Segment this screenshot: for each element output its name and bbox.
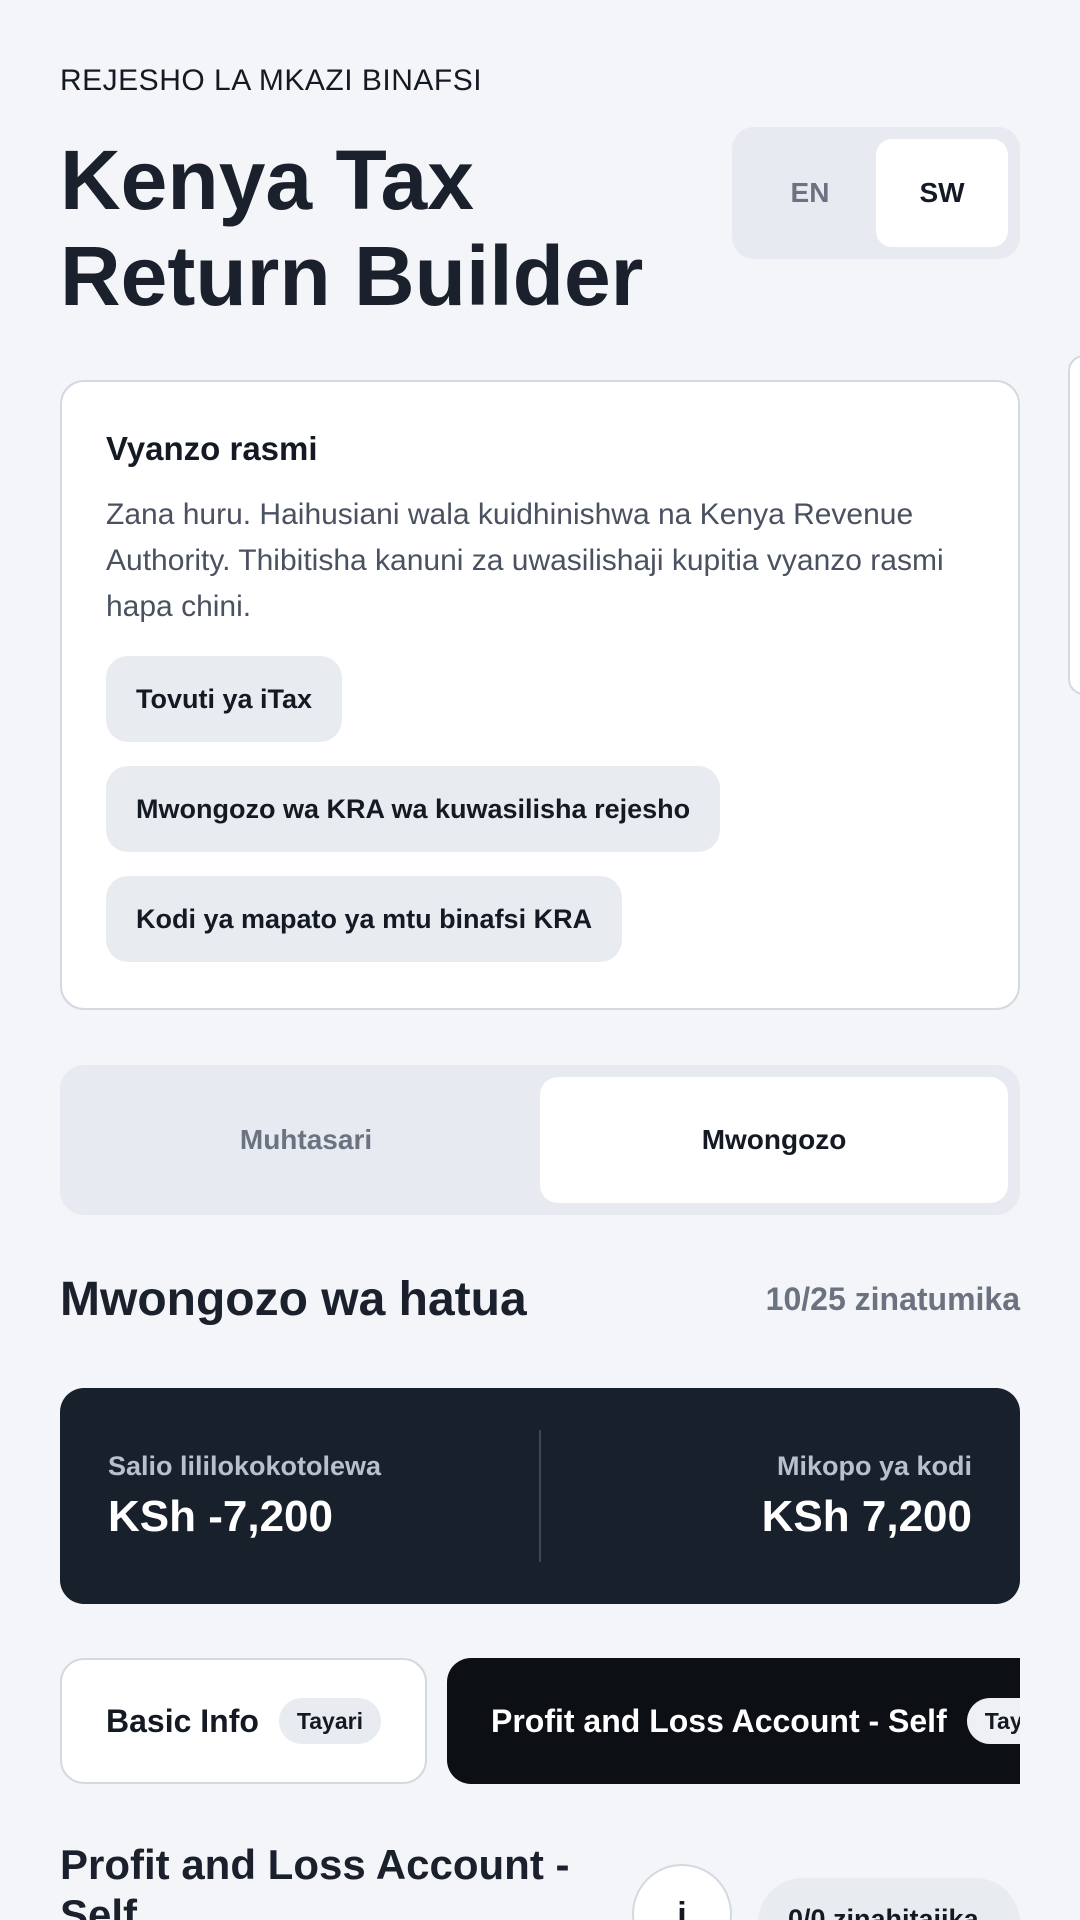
section-chips: Basic Info Tayari Profit and Loss Accoun… [60, 1658, 1020, 1784]
info-icon[interactable]: i [632, 1864, 732, 1920]
kra-income-tax-link[interactable]: Kodi ya mapato ya mtu binafsi KRA [106, 876, 623, 962]
offscreen-panel-edge [1068, 355, 1080, 695]
credits-block: Mikopo ya kodi KSh 7,200 [541, 1451, 972, 1542]
current-section-title: Profit and Loss Account - Self [60, 1841, 570, 1920]
section-chip-label: Profit and Loss Account - Self [490, 1702, 947, 1739]
section-chip-basic-info[interactable]: Basic Info Tayari [60, 1658, 427, 1784]
credits-value: KSh 7,200 [761, 1491, 972, 1541]
sources-title: Vyanzo rasmi [106, 430, 318, 467]
credits-label: Mikopo ya kodi [776, 1450, 972, 1481]
balance-value: KSh -7,200 [108, 1491, 333, 1541]
view-tabs: Muhtasari Mwongozo [60, 1065, 1020, 1215]
language-sw-button[interactable]: SW [876, 139, 1008, 247]
guide-header: Mwongozo wa hatua 10/25 zinatumika [60, 1272, 1020, 1327]
official-sources-card: Vyanzo rasmi Zana huru. Haihusiani wala … [60, 380, 1020, 1010]
guide-count: 10/25 zinatumika [765, 1281, 1020, 1317]
tab-guide[interactable]: Mwongozo [540, 1077, 1008, 1203]
tab-summary[interactable]: Muhtasari [72, 1077, 540, 1203]
kra-filing-guide-link[interactable]: Mwongozo wa KRA wa kuwasilisha rejesho [106, 766, 721, 852]
section-chip-label: Basic Info [106, 1702, 259, 1739]
sources-disclaimer: Zana huru. Haihusiani wala kuidhinishwa … [106, 498, 944, 623]
language-toggle: EN SW [732, 127, 1020, 259]
itax-link[interactable]: Tovuti ya iTax [106, 656, 343, 742]
balance-block: Salio lililokokotolewa KSh -7,200 [108, 1451, 539, 1542]
balance-label: Salio lililokokotolewa [108, 1450, 382, 1481]
required-count-badge: 0/0 zinahitajika [758, 1878, 1020, 1920]
tax-summary-panel: Salio lililokokotolewa KSh -7,200 Mikopo… [60, 1388, 1020, 1604]
language-en-button[interactable]: EN [744, 139, 876, 247]
section-chip-profit-loss[interactable]: Profit and Loss Account - Self Tayari [446, 1658, 1020, 1784]
eyebrow-label: REJESHO LA MKAZI BINAFSI [60, 64, 483, 97]
status-badge: Tayari [966, 1698, 1020, 1744]
status-badge: Tayari [278, 1698, 381, 1744]
guide-title: Mwongozo wa hatua [60, 1273, 527, 1326]
page-title: Kenya Tax Return Builder [60, 133, 644, 323]
